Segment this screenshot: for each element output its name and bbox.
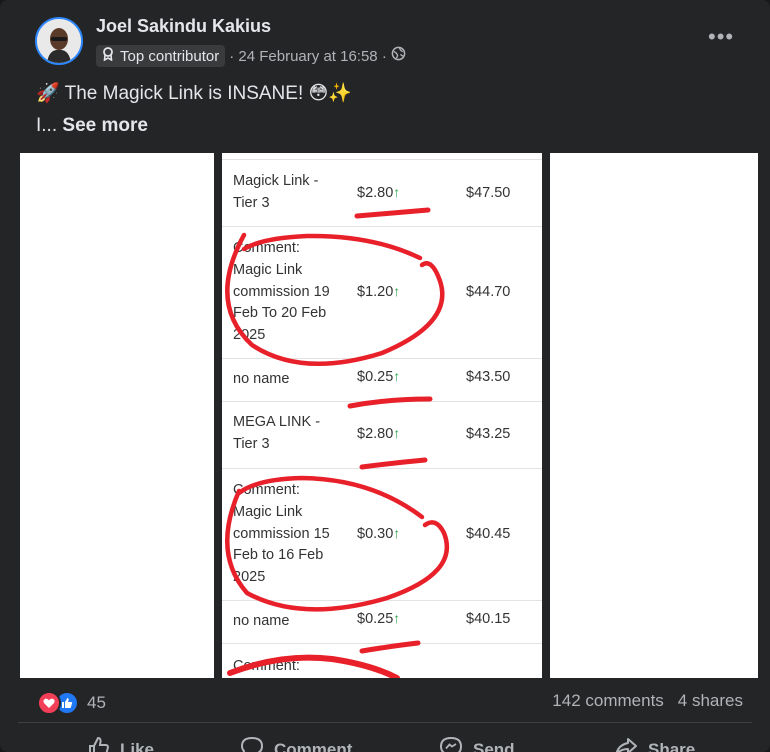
- row-amount: $2.80↑: [357, 425, 400, 442]
- shares-count[interactable]: 4 shares: [678, 691, 743, 710]
- see-more-link[interactable]: See more: [62, 115, 148, 136]
- like-label: Like: [120, 739, 155, 752]
- post-text-truncated: I...: [36, 115, 63, 136]
- comment-button[interactable]: Comment: [240, 736, 352, 752]
- row-amount: $0.30↑: [357, 525, 400, 542]
- post-image[interactable]: Magick Link - Tier 3 $2.80↑ $47.50 Comme…: [20, 153, 758, 678]
- divider: [18, 722, 752, 723]
- send-button[interactable]: Send: [439, 736, 515, 752]
- row-balance: $47.50: [466, 185, 511, 201]
- up-arrow-icon: ↑: [393, 184, 401, 200]
- row-description: Comment: Magic Link commission 19 Feb To…: [233, 240, 330, 344]
- row-balance: $40.15: [466, 611, 511, 627]
- table-row: no name $0.25↑ $40.15: [222, 601, 542, 644]
- send-label: Send: [473, 739, 515, 752]
- up-arrow-icon: ↑: [393, 283, 401, 299]
- row-balance: $44.70: [466, 284, 511, 300]
- row-description: no name: [233, 613, 290, 629]
- post-meta: Top contributor · 24 February at 16:58 ·: [96, 44, 406, 68]
- love-reaction-icon: [37, 691, 61, 715]
- contributor-badge-icon: [102, 47, 114, 65]
- amount-value: $0.25: [357, 611, 394, 627]
- post-timestamp[interactable]: · 24 February at 16:58 ·: [229, 48, 387, 65]
- transactions-table: Magick Link - Tier 3 $2.80↑ $47.50 Comme…: [222, 153, 542, 678]
- up-arrow-icon: ↑: [393, 610, 401, 626]
- amount-value: $1.20: [357, 284, 394, 300]
- more-options-icon[interactable]: •••: [708, 26, 734, 48]
- row-balance: $43.25: [466, 426, 511, 442]
- amount-value: $2.80: [357, 185, 394, 201]
- like-button[interactable]: Like: [88, 736, 154, 752]
- comment-icon: [240, 736, 264, 752]
- messenger-icon: [439, 736, 463, 752]
- engagement-counts: 142 comments 4 shares: [552, 691, 743, 711]
- badge-label: Top contributor: [120, 47, 220, 65]
- comments-count[interactable]: 142 comments: [552, 691, 664, 710]
- up-arrow-icon: ↑: [393, 525, 401, 541]
- like-icon: [88, 736, 110, 752]
- post-text-line1: 🚀 The Magick Link is INSANE! 😳✨: [36, 83, 352, 104]
- table-row: MEGA LINK - Tier 3 $2.80↑ $43.25: [222, 402, 542, 469]
- share-icon: [614, 736, 638, 752]
- table-row: Comment:: [222, 644, 542, 678]
- post-text-line2: I... See more: [36, 115, 148, 137]
- row-description: Comment:: [233, 658, 300, 674]
- table-row: Comment: Magic Link commission 15 Feb to…: [222, 469, 542, 601]
- table-row: Magick Link - Tier 3 $2.80↑ $47.50: [222, 160, 542, 227]
- reaction-count: 45: [87, 693, 106, 712]
- contributor-badge[interactable]: Top contributor: [96, 45, 226, 67]
- author-name[interactable]: Joel Sakindu Kakius: [96, 16, 271, 37]
- table-row: no name $0.25↑ $43.50: [222, 359, 542, 402]
- globe-icon[interactable]: [391, 46, 406, 66]
- row-description: Comment: Magic Link commission 15 Feb to…: [233, 482, 330, 586]
- row-amount: $0.25↑: [357, 610, 400, 627]
- share-button[interactable]: Share: [614, 736, 695, 752]
- row-amount: $1.20↑: [357, 283, 400, 300]
- action-bar: Like Comment Send Share: [0, 730, 770, 752]
- share-label: Share: [648, 739, 696, 752]
- row-balance: $43.50: [466, 369, 511, 385]
- comment-label: Comment: [274, 739, 353, 752]
- row-description: Magick Link - Tier 3: [233, 173, 319, 211]
- amount-value: $0.25: [357, 369, 394, 385]
- amount-value: $2.80: [357, 426, 394, 442]
- post-card: Joel Sakindu Kakius Top contributor · 24…: [0, 0, 770, 752]
- table-row: Comment: Magic Link commission 19 Feb To…: [222, 227, 542, 359]
- amount-value: $0.30: [357, 526, 394, 542]
- author-avatar[interactable]: [35, 17, 83, 65]
- reaction-summary[interactable]: 45: [37, 691, 106, 715]
- phone-screenshot: Magick Link - Tier 3 $2.80↑ $47.50 Comme…: [214, 153, 550, 678]
- post-text: 🚀 The Magick Link is INSANE! 😳✨ I... See…: [36, 81, 352, 136]
- row-description: no name: [233, 371, 290, 387]
- row-amount: $0.25↑: [357, 368, 400, 385]
- table-row: [222, 153, 542, 160]
- up-arrow-icon: ↑: [393, 368, 401, 384]
- row-description: MEGA LINK - Tier 3: [233, 414, 321, 452]
- row-balance: $40.45: [466, 526, 511, 542]
- row-amount: $2.80↑: [357, 184, 400, 201]
- up-arrow-icon: ↑: [393, 425, 401, 441]
